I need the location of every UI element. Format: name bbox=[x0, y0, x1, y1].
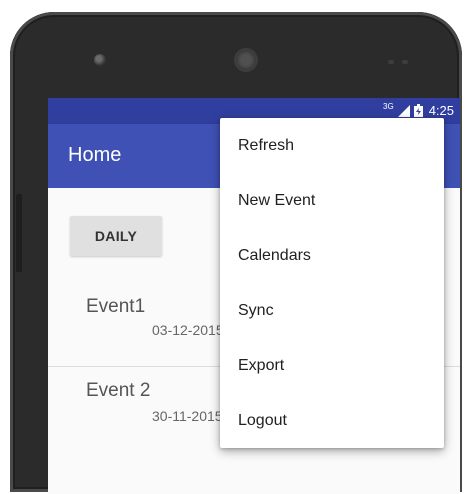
menu-item-label: Refresh bbox=[238, 137, 295, 154]
menu-item-export[interactable]: Export bbox=[220, 338, 444, 393]
overflow-menu: Refresh New Event Calendars Sync Export … bbox=[220, 118, 444, 448]
menu-item-label: Export bbox=[238, 357, 285, 374]
menu-item-label: Calendars bbox=[238, 247, 311, 264]
menu-item-refresh[interactable]: Refresh bbox=[220, 118, 444, 173]
menu-item-label: Sync bbox=[238, 302, 274, 319]
light-sensor-icon bbox=[402, 60, 408, 64]
earpiece-speaker-icon bbox=[234, 48, 258, 72]
event-name: Event 2 bbox=[86, 380, 151, 401]
network-type: 3G bbox=[383, 102, 394, 111]
clock: 4:25 bbox=[428, 103, 454, 118]
status-indicators: 3G 4:25 bbox=[383, 102, 454, 118]
front-camera-icon bbox=[94, 54, 106, 66]
signal-icon bbox=[397, 104, 410, 117]
volume-button bbox=[16, 194, 22, 272]
menu-item-calendars[interactable]: Calendars bbox=[220, 228, 444, 283]
battery-icon bbox=[413, 104, 423, 117]
event-date: 30-11-2015 bbox=[152, 408, 223, 424]
menu-item-logout[interactable]: Logout bbox=[220, 393, 444, 448]
event-date: 03-12-2015 bbox=[152, 322, 224, 338]
menu-item-label: New Event bbox=[238, 192, 316, 209]
menu-item-label: Logout bbox=[238, 412, 287, 429]
daily-button[interactable]: DAILY bbox=[70, 216, 162, 256]
menu-item-sync[interactable]: Sync bbox=[220, 283, 444, 338]
menu-item-new-event[interactable]: New Event bbox=[220, 173, 444, 228]
event-name: Event1 bbox=[86, 296, 146, 317]
page-title: Home bbox=[68, 144, 122, 166]
proximity-sensor-icon bbox=[388, 60, 394, 64]
